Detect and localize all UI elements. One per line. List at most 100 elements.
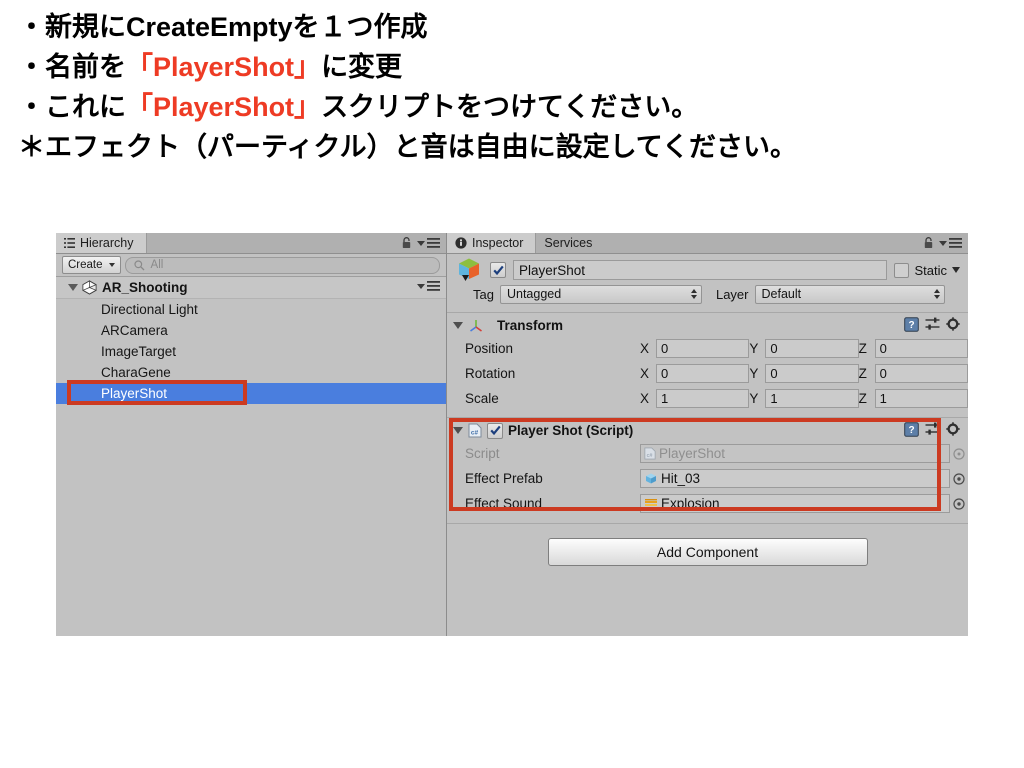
axis-label-z: Z [858,341,867,356]
hierarchy-item-playershot[interactable]: PlayerShot [56,380,446,405]
axis-label-x: X [640,391,650,406]
rotation-label: Rotation [465,366,516,381]
static-checkbox[interactable] [894,262,910,278]
slide-line-3: ・これに「PlayerShot」スクリプトをつけてください。 [18,94,998,121]
scale-z-input[interactable]: 1 [874,389,968,408]
rotation-z-input[interactable]: 0 [874,364,968,383]
playershot-script-component: c# Player Shot (Script) ? Script c# Play… [447,418,968,518]
position-y-input[interactable]: 0 [765,339,859,358]
position-x-input[interactable]: 0 [656,339,750,358]
static-label: Static [914,262,947,278]
list-item[interactable]: Directional Light [56,299,446,320]
scale-x: X 1 [640,389,750,408]
tab-inspector[interactable]: Inspector [447,233,537,253]
expand-triangle-icon[interactable] [453,427,463,434]
static-toggle-group: Static [894,262,960,278]
axis-label-x: X [640,366,650,381]
help-book-icon[interactable]: ? [904,421,919,440]
gameobject-name-input[interactable]: PlayerShot [513,260,888,280]
rotation-y: Y 0 [749,364,859,383]
position-z: Z 0 [859,339,968,358]
scale-x-input[interactable]: 1 [656,389,750,408]
script-enabled-checkbox[interactable] [487,422,503,439]
script-component-header[interactable]: c# Player Shot (Script) ? [447,420,968,441]
effect-sound-object-field[interactable]: Explosion [640,494,950,513]
list-item[interactable]: CharaGene [56,362,446,383]
panel-menu-icon[interactable] [939,238,962,248]
scale-z: Z 1 [859,389,968,408]
axis-label-z: Z [858,366,867,381]
gameobject-tag-layer-row: Tag Untagged Layer Default [455,284,960,304]
tag-label: Tag [473,286,494,302]
effect-sound-value: Explosion [661,496,720,511]
svg-text:c#: c# [471,430,479,437]
tag-value: Untagged [506,287,562,301]
position-x: X 0 [640,339,750,358]
hierarchy-item-label: ARCamera [101,323,168,338]
hierarchy-root-label: AR_Shooting [102,280,188,295]
transform-header-controls: ? [904,316,968,335]
csharp-script-icon: c# [644,447,656,460]
layer-label: Layer [715,286,749,302]
add-component-button[interactable]: Add Component [547,538,868,566]
tab-hierarchy[interactable]: Hierarchy [56,233,147,253]
prefab-cube-icon [644,472,658,485]
effect-prefab-object-field[interactable]: Hit_03 [640,469,950,488]
hierarchy-scene-menu-icon[interactable] [417,281,440,291]
layer-value: Default [761,287,802,301]
list-item[interactable]: ARCamera [56,320,446,341]
search-input[interactable]: All [124,256,440,274]
hierarchy-tabbar-controls [401,233,446,253]
lock-icon[interactable] [923,237,934,249]
tag-dropdown[interactable]: Untagged [499,284,702,304]
scale-y-input[interactable]: 1 [765,389,859,408]
gameobject-cube-icon [455,257,483,283]
scale-label: Scale [465,391,499,406]
expand-triangle-icon[interactable] [453,322,463,329]
layer-dropdown[interactable]: Default [754,284,945,304]
chevron-down-icon[interactable] [952,267,960,273]
hierarchy-item-label: ImageTarget [101,344,177,359]
axis-label-x: X [640,341,650,356]
axis-label-y: Y [749,391,759,406]
preset-slider-icon[interactable] [925,422,940,439]
gear-icon[interactable] [946,316,961,335]
gameobject-name-row: PlayerShot Static [455,257,960,283]
lock-icon[interactable] [401,237,412,249]
effect-sound-row: Effect Sound Explosion [447,491,968,516]
transform-component: Transform ? Position X 0 Y 0 Z 0 Rotatio… [447,313,968,413]
slide-line-3-part-3: スクリプトをつけてください。 [321,92,699,122]
help-book-icon[interactable]: ? [904,316,919,335]
gear-icon[interactable] [946,421,961,440]
rotation-x-value: 0 [661,366,669,381]
slide-line-4-part-1: ＊エフェクト（パーティクル）と音は自由に設定してください。 [18,132,797,162]
hierarchy-tabbar: Hierarchy [56,233,446,254]
effect-sound-label: Effect Sound [465,496,543,511]
create-button[interactable]: Create [62,256,121,274]
hierarchy-root-row[interactable]: AR_Shooting [56,277,446,299]
position-z-input[interactable]: 0 [874,339,968,358]
transform-component-header[interactable]: Transform ? [447,315,968,336]
slide-line-1-part-1: ・新規にCreateEmptyを１つ作成 [18,12,428,42]
rotation-x-input[interactable]: 0 [656,364,750,383]
hierarchy-item-label: CharaGene [101,365,171,380]
script-header-controls: ? [904,421,968,440]
list-item[interactable]: ImageTarget [56,341,446,362]
tab-services[interactable]: Services [536,233,605,253]
object-picker-icon[interactable] [950,497,968,510]
object-picker-icon[interactable] [950,447,968,460]
panel-menu-icon[interactable] [417,238,440,248]
gameobject-enabled-checkbox[interactable] [490,262,506,278]
object-picker-icon[interactable] [950,472,968,485]
rotation-y-input[interactable]: 0 [765,364,859,383]
inspector-panel: Inspector Services PlayerShot Static Tag… [447,233,968,636]
effect-prefab-label: Effect Prefab [465,471,543,486]
preset-slider-icon[interactable] [925,317,940,334]
gameobject-header: PlayerShot Static Tag Untagged Layer Def… [447,254,968,308]
expand-triangle-icon[interactable] [68,284,78,291]
inspector-tabbar-controls [923,233,968,253]
stepper-arrows-icon [933,289,940,299]
inspector-body: PlayerShot Static Tag Untagged Layer Def… [447,254,968,566]
transform-position-row: Position X 0 Y 0 Z 0 [447,336,968,361]
hierarchy-item-label: PlayerShot [101,386,168,401]
